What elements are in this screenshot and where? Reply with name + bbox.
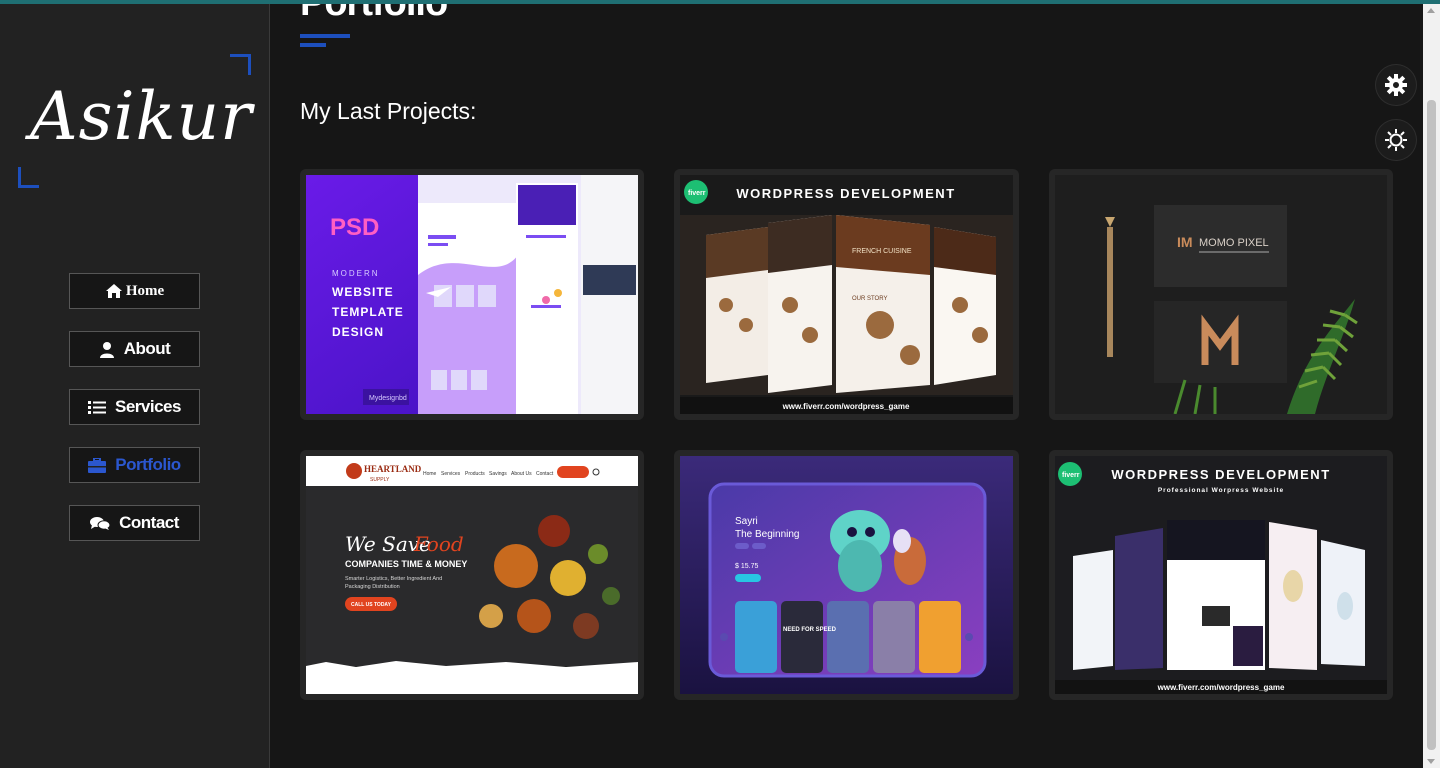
theme-toggle-button[interactable] (1376, 120, 1416, 160)
window-top-accent (0, 0, 1440, 4)
svg-text:The Beginning: The Beginning (735, 529, 800, 540)
sun-icon (1385, 129, 1407, 151)
nav-label-home: Home (125, 282, 165, 299)
project-card[interactable]: fiverr WORDPRESS DEVELOPMENT FRENCH CUIS… (674, 169, 1019, 420)
psd-template-image: PSD MODERN WEBSITE TEMPLATE DESIGN Mydes… (306, 175, 638, 414)
project-thumbnail: fiverr WORDPRESS DEVELOPMENT FRENCH CUIS… (680, 175, 1013, 414)
svg-text:COMPANIES TIME & MONEY: COMPANIES TIME & MONEY (345, 559, 467, 569)
svg-text:www.fiverr.com/wordpress_game: www.fiverr.com/wordpress_game (1157, 683, 1285, 692)
svg-text:FRENCH CUISINE: FRENCH CUISINE (852, 248, 912, 255)
svg-text:Mydesignbd: Mydesignbd (369, 395, 407, 402)
svg-text:MODERN: MODERN (332, 269, 380, 278)
momo-pixel-image: IM MOMO PIXEL (1055, 175, 1387, 414)
nav-item-contact[interactable]: Contact (69, 505, 200, 541)
svg-text:www.fiverr.com/wordpress_game: www.fiverr.com/wordpress_game (782, 402, 910, 411)
svg-text:OUR STORY: OUR STORY (852, 296, 887, 302)
title-underline (300, 34, 350, 38)
section-subtitle: My Last Projects: (300, 98, 477, 124)
project-card[interactable]: Sayri The Beginning $ 15.75 NEED FOR SPE… (674, 450, 1019, 700)
game-ui-image: Sayri The Beginning $ 15.75 NEED FOR SPE… (680, 456, 1013, 694)
nav-item-services[interactable]: Services (69, 389, 200, 425)
svg-text:Smarter Logistics, Better Ingr: Smarter Logistics, Better Ingredient And (345, 576, 442, 582)
project-thumbnail: fiverr WORDPRESS DEVELOPMENT Professiona… (1055, 456, 1387, 694)
scrollbar-thumb[interactable] (1427, 100, 1436, 750)
nav-label-about: About (123, 339, 171, 358)
svg-text:Products: Products (465, 471, 485, 477)
page-scrollbar[interactable] (1423, 4, 1440, 768)
logo[interactable]: Asikur (18, 54, 253, 188)
psd-label: PSD (330, 214, 379, 241)
settings-button[interactable] (1376, 65, 1416, 105)
svg-text:Contact: Contact (536, 471, 554, 477)
scroll-up-arrow[interactable] (1427, 8, 1435, 13)
nav-item-home[interactable]: Home (69, 273, 200, 309)
svg-text:fiverr: fiverr (1062, 472, 1080, 479)
svg-text:Packaging Distribution: Packaging Distribution (345, 584, 400, 590)
wordpress-2-image: fiverr WORDPRESS DEVELOPMENT Professiona… (1055, 456, 1387, 694)
user-icon (99, 341, 114, 358)
home-icon (105, 284, 122, 298)
project-thumbnail: Sayri The Beginning $ 15.75 NEED FOR SPE… (680, 456, 1013, 694)
heartland-image: HEARTLAND SUPPLY Home Services Products Sav… (306, 456, 638, 694)
project-thumbnail: HEARTLAND SUPPLY Home Services Products Sav… (306, 456, 638, 694)
svg-text:WORDPRESS DEVELOPMENT: WORDPRESS DEVELOPMENT (1111, 467, 1330, 482)
sidebar: Asikur Home About Services Portfolio Con… (0, 0, 270, 768)
nav-item-portfolio[interactable]: Portfolio (69, 447, 200, 483)
nav-item-about[interactable]: About (69, 331, 200, 367)
logo-corner-top-right (230, 54, 251, 75)
svg-text:SUPPLY: SUPPLY (370, 477, 390, 483)
svg-text:Professional Worpress Website: Professional Worpress Website (1158, 487, 1284, 494)
wordpress-image: fiverr WORDPRESS DEVELOPMENT FRENCH CUIS… (680, 175, 1013, 414)
gear-icon (1385, 74, 1407, 96)
svg-text:fiverr: fiverr (688, 190, 706, 197)
nav-label-services: Services (115, 397, 181, 416)
project-card[interactable]: IM MOMO PIXEL (1049, 169, 1393, 420)
svg-text:HEARTLAND: HEARTLAND (364, 464, 422, 474)
svg-text:Services: Services (441, 471, 461, 477)
nav-label-contact: Contact (119, 513, 179, 532)
chat-icon (90, 516, 111, 530)
svg-text:NEED FOR SPEED: NEED FOR SPEED (783, 627, 837, 633)
scroll-down-arrow[interactable] (1427, 759, 1435, 764)
list-icon (88, 400, 107, 414)
logo-corner-bottom-left (18, 167, 39, 188)
svg-text:TEMPLATE: TEMPLATE (332, 305, 404, 319)
project-thumbnail: PSD MODERN WEBSITE TEMPLATE DESIGN Mydes… (306, 175, 638, 414)
svg-text:Food: Food (413, 532, 464, 556)
svg-text:DESIGN: DESIGN (332, 325, 384, 339)
title-underline-short (300, 43, 326, 47)
svg-text:IM: IM (1177, 234, 1193, 250)
svg-text:CALL US TODAY: CALL US TODAY (351, 602, 392, 608)
project-card[interactable]: fiverr WORDPRESS DEVELOPMENT Professiona… (1049, 450, 1393, 700)
svg-text:WORDPRESS DEVELOPMENT: WORDPRESS DEVELOPMENT (736, 186, 955, 201)
svg-text:Savings: Savings (489, 471, 507, 477)
project-thumbnail: IM MOMO PIXEL (1055, 175, 1387, 414)
main-content: Portfolio My Last Projects: PSD MODERN W… (270, 0, 1423, 768)
project-card[interactable]: PSD MODERN WEBSITE TEMPLATE DESIGN Mydes… (300, 169, 644, 420)
svg-text:Sayri: Sayri (735, 516, 758, 527)
svg-text:About Us: About Us (511, 471, 532, 477)
nav-label-portfolio: Portfolio (115, 455, 181, 474)
svg-text:$ 15.75: $ 15.75 (735, 563, 758, 570)
svg-text:WEBSITE: WEBSITE (332, 285, 394, 299)
svg-text:MOMO PIXEL: MOMO PIXEL (1199, 237, 1269, 249)
logo-text: Asikur (30, 78, 253, 155)
project-card[interactable]: HEARTLAND SUPPLY Home Services Products Sav… (300, 450, 644, 700)
briefcase-icon (88, 457, 107, 473)
main-nav: Home About Services Portfolio Contact (69, 273, 200, 563)
svg-text:Home: Home (423, 471, 437, 477)
